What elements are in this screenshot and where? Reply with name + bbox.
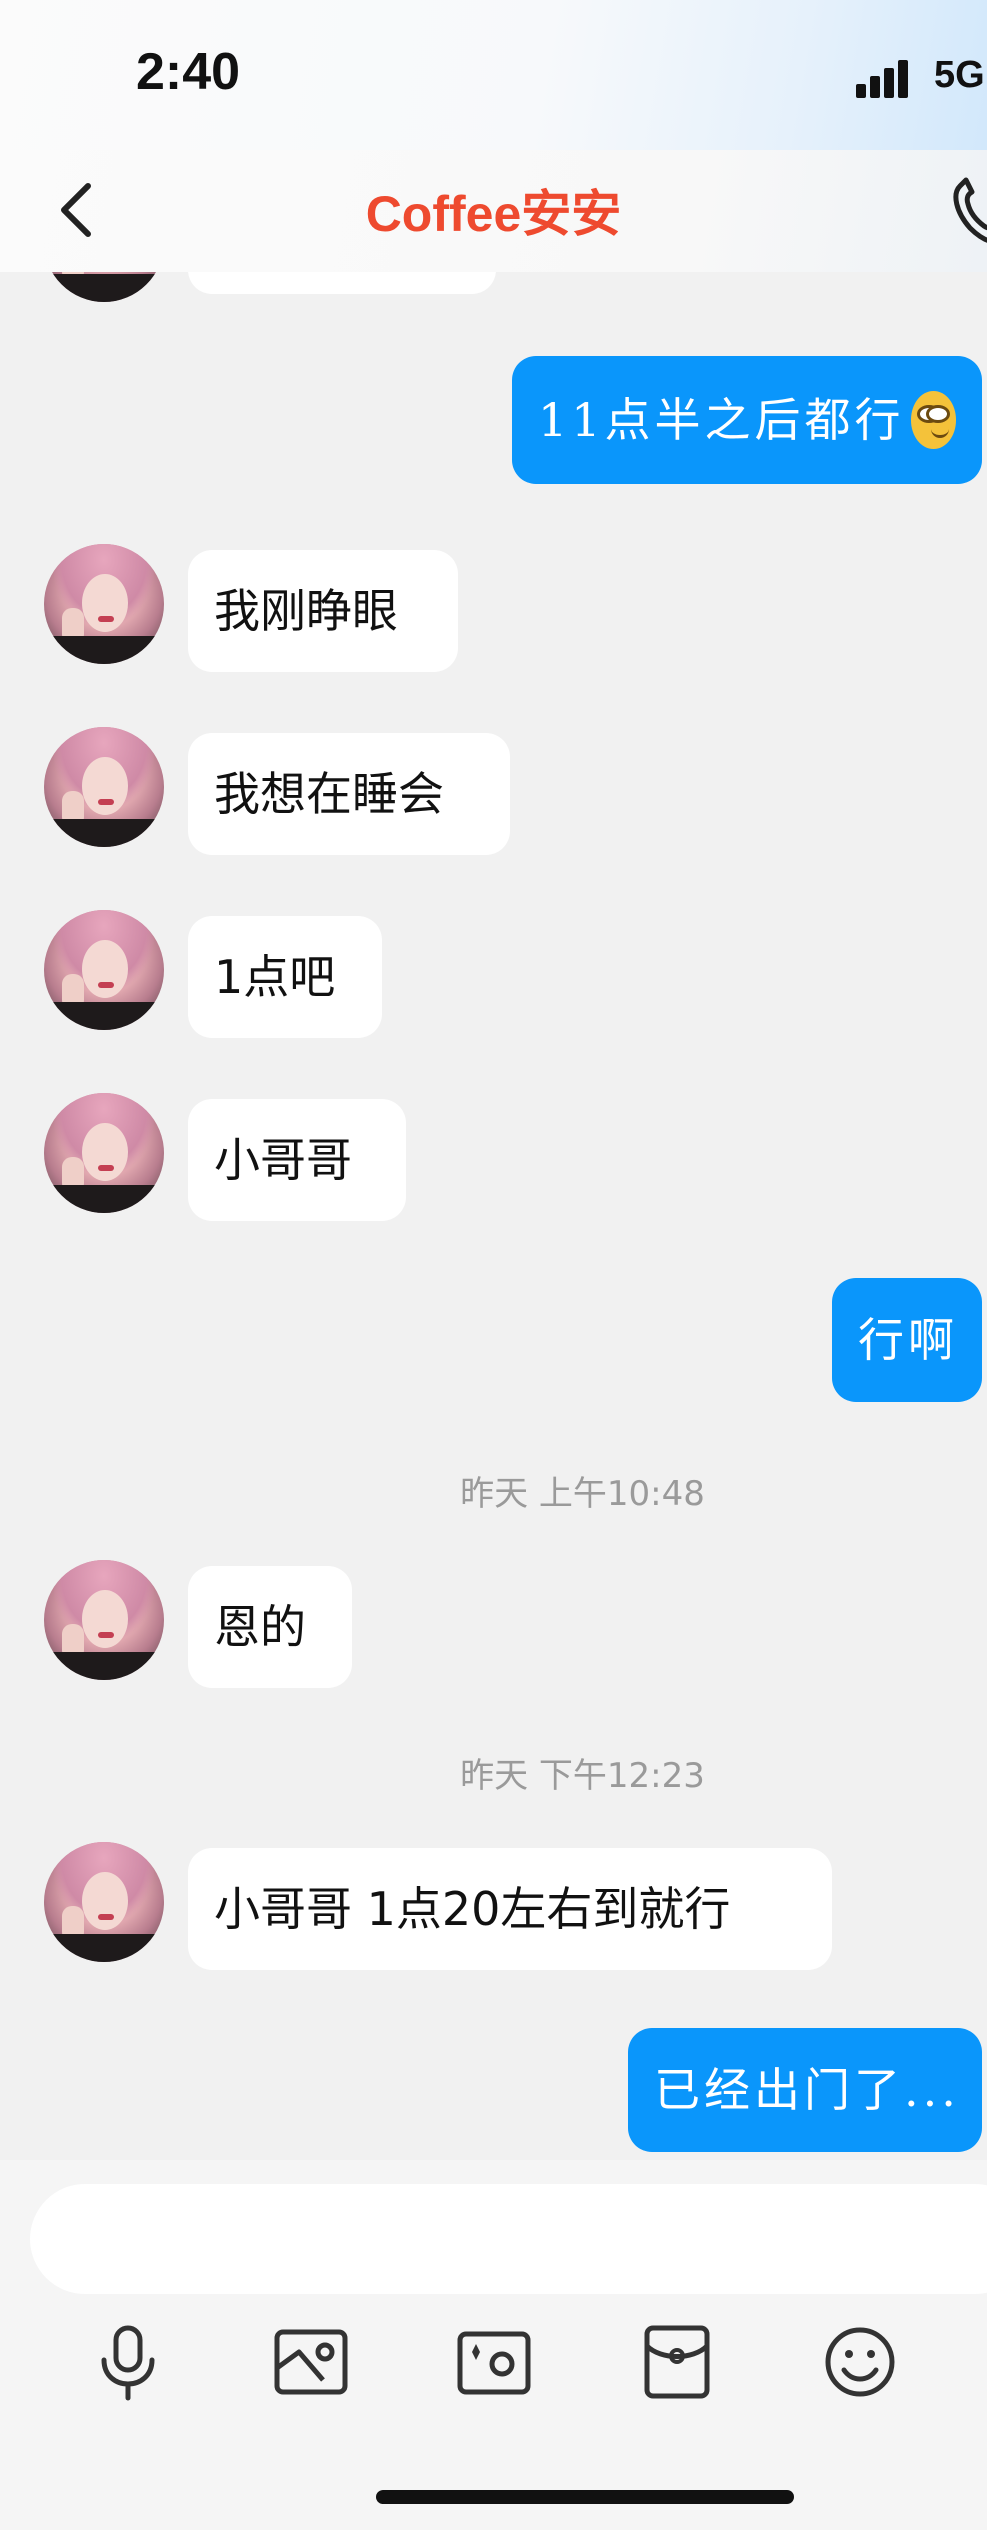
avatar[interactable] [44,544,164,664]
avatar[interactable] [44,727,164,847]
emoji-icon[interactable] [820,2322,900,2402]
signal-icon [856,58,916,98]
avatar[interactable] [44,1560,164,1680]
microphone-icon[interactable] [88,2322,168,2402]
message-bubble-in[interactable]: 恩的 [188,1566,352,1688]
message-bubble-out[interactable]: 行啊 [832,1278,982,1402]
avatar[interactable] [44,1842,164,1962]
message-input[interactable] [30,2184,987,2294]
message-bubble-partial[interactable] [188,272,496,294]
avatar[interactable] [44,272,164,302]
timestamp: 昨天 上午10:48 [460,1474,705,1514]
input-area [0,2160,987,2530]
status-bar: 2:40 5G [0,0,987,150]
phone-icon[interactable] [948,172,987,252]
message-text: 11点半之后都行 [538,393,905,447]
message-bubble-in[interactable]: 1点吧 [188,916,382,1038]
red-packet-icon[interactable] [637,2322,717,2402]
message-bubble-in[interactable]: 我想在睡会 [188,733,510,855]
message-bubble-in[interactable]: 小哥哥 [188,1099,406,1221]
message-text: 小哥哥 [214,1133,352,1187]
message-bubble-out[interactable]: 已经出门了... [628,2028,982,2152]
timestamp: 昨天 下午12:23 [460,1756,705,1796]
message-bubble-in[interactable]: 我刚睁眼 [188,550,458,672]
message-text: 小哥哥 1点20左右到就行 [214,1882,731,1936]
photo-icon[interactable] [271,2322,351,2402]
message-list[interactable]: 11点半之后都行 我刚睁眼 我想在睡会 1点吧 小哥哥 行啊 昨天 上午10:4… [0,272,987,2160]
message-bubble-in[interactable]: 小哥哥 1点20左右到就行 [188,1848,832,1970]
message-bubble-out[interactable]: 11点半之后都行 [512,356,982,484]
nav-bar: Coffee安安 [0,150,987,272]
network-label: 5G [934,54,985,96]
camera-icon[interactable] [454,2322,534,2402]
chat-title: Coffee安安 [365,186,622,242]
message-text: 行啊 [858,1313,958,1367]
message-text: 我想在睡会 [214,767,444,821]
message-text: 1点吧 [214,950,336,1004]
message-text: 已经出门了... [654,2063,960,2117]
avatar[interactable] [44,1093,164,1213]
message-text: 我刚睁眼 [214,584,398,638]
home-indicator[interactable] [376,2490,794,2504]
message-text: 恩的 [214,1600,306,1654]
avatar[interactable] [44,910,164,1030]
status-time: 2:40 [136,43,241,101]
smirk-emoji-icon [910,391,956,449]
